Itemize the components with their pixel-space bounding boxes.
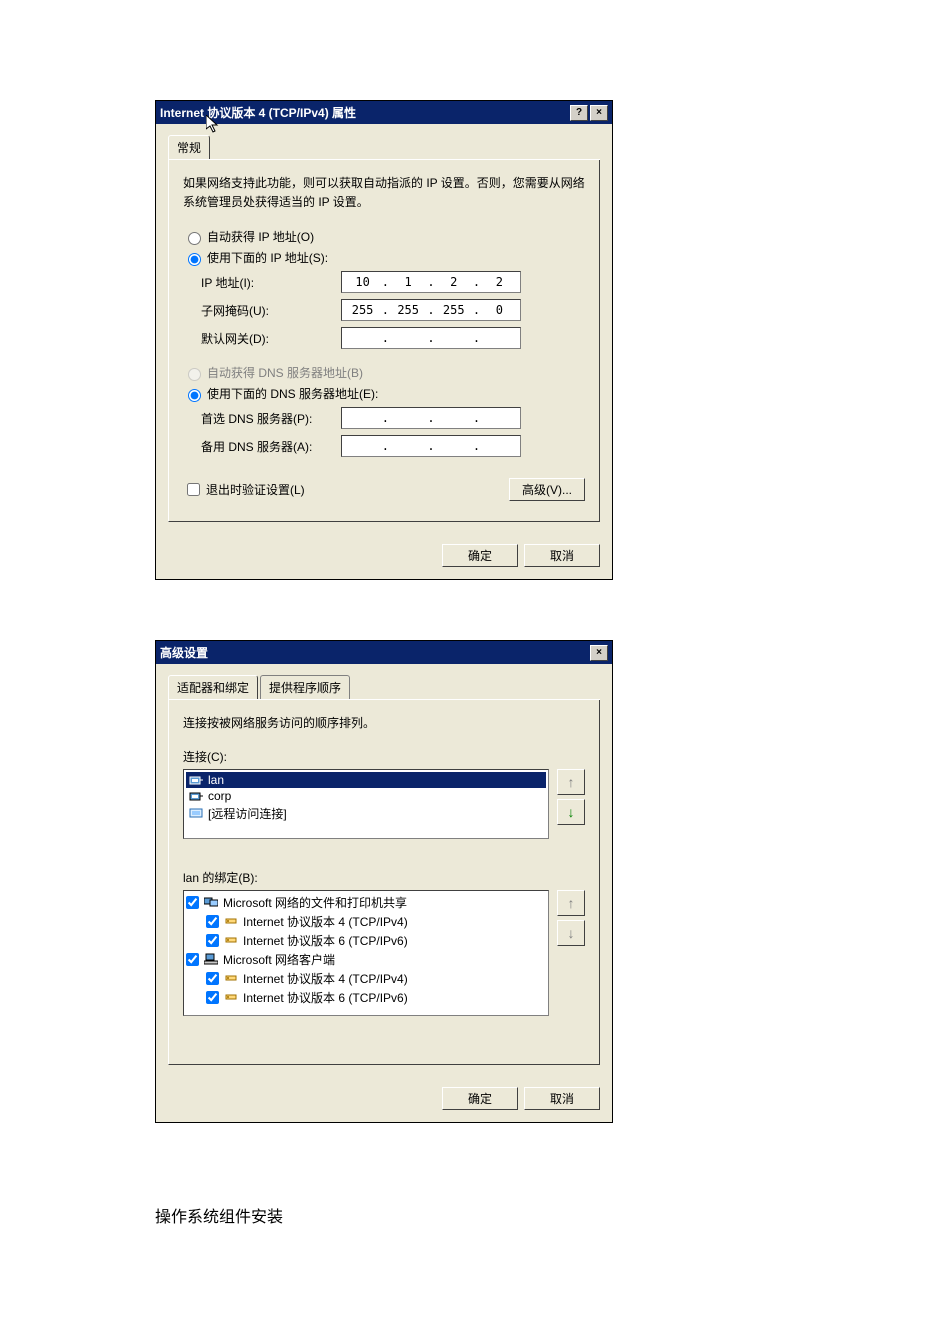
radio-auto-ip-label: 自动获得 IP 地址(O) xyxy=(207,228,314,245)
dns1-input[interactable]: . . . xyxy=(341,407,521,429)
ok-button[interactable]: 确定 xyxy=(442,1087,518,1110)
binding-text: Microsoft 网络的文件和打印机共享 xyxy=(223,894,407,911)
gateway-input[interactable]: . . . xyxy=(341,327,521,349)
binding-item[interactable]: Microsoft 网络的文件和打印机共享 xyxy=(186,893,546,912)
connection-name: lan xyxy=(208,773,224,787)
gateway-label: 默认网关(D): xyxy=(201,330,341,347)
dns1-label: 首选 DNS 服务器(P): xyxy=(201,410,341,427)
ip-address-input[interactable]: 10. 1. 2. 2 xyxy=(341,271,521,293)
tab-provider-order[interactable]: 提供程序顺序 xyxy=(260,675,350,699)
titlebar: 高级设置 × xyxy=(156,641,612,664)
binding-move-up-button[interactable]: ↑ xyxy=(557,890,585,916)
tcpip-properties-dialog: Internet 协议版本 4 (TCP/IPv4) 属性 ? × 常规 如果网… xyxy=(155,100,613,580)
binding-checkbox[interactable] xyxy=(206,934,219,947)
radio-manual-ip[interactable] xyxy=(188,253,201,266)
subnet-mask-input[interactable]: 255. 255. 255. 0 xyxy=(341,299,521,321)
close-button[interactable]: × xyxy=(590,105,608,121)
binding-item[interactable]: Internet 协议版本 6 (TCP/IPv6) xyxy=(186,931,546,950)
dns2-label: 备用 DNS 服务器(A): xyxy=(201,438,341,455)
binding-text: Internet 协议版本 4 (TCP/IPv4) xyxy=(243,913,408,930)
binding-item[interactable]: Internet 协议版本 4 (TCP/IPv4) xyxy=(186,912,546,931)
advanced-button[interactable]: 高级(V)... xyxy=(509,478,585,501)
binding-checkbox[interactable] xyxy=(206,991,219,1004)
binding-text: Microsoft 网络客户端 xyxy=(223,951,335,968)
connection-item[interactable]: corp xyxy=(186,788,546,804)
protocol-icon xyxy=(223,991,239,1003)
binding-checkbox[interactable] xyxy=(186,953,199,966)
dns2-input[interactable]: . . . xyxy=(341,435,521,457)
binding-item[interactable]: Microsoft 网络客户端 xyxy=(186,950,546,969)
help-button[interactable]: ? xyxy=(570,105,588,121)
binding-checkbox[interactable] xyxy=(186,896,199,909)
cancel-button[interactable]: 取消 xyxy=(524,1087,600,1110)
move-down-button[interactable]: ↓ xyxy=(557,799,585,825)
connection-item[interactable]: [远程访问连接] xyxy=(186,804,546,823)
connection-name: corp xyxy=(208,789,231,803)
subnet-mask-label: 子网掩码(U): xyxy=(201,302,341,319)
ip-address-label: IP 地址(I): xyxy=(201,274,341,291)
tab-strip: 常规 xyxy=(168,135,600,160)
description-text: 如果网络支持此功能，则可以获取自动指派的 IP 设置。否则，您需要从网络系统管理… xyxy=(183,174,585,212)
tab-panel-general: 如果网络支持此功能，则可以获取自动指派的 IP 设置。否则，您需要从网络系统管理… xyxy=(168,159,600,522)
radio-manual-dns-label: 使用下面的 DNS 服务器地址(E): xyxy=(207,385,378,402)
description-text: 连接按被网络服务访问的顺序排列。 xyxy=(183,714,585,733)
titlebar: Internet 协议版本 4 (TCP/IPv4) 属性 ? × xyxy=(156,101,612,124)
binding-item[interactable]: Internet 协议版本 6 (TCP/IPv6) xyxy=(186,988,546,1007)
binding-text: Internet 协议版本 6 (TCP/IPv6) xyxy=(243,989,408,1006)
binding-text: Internet 协议版本 6 (TCP/IPv6) xyxy=(243,932,408,949)
radio-manual-ip-row[interactable]: 使用下面的 IP 地址(S): xyxy=(183,247,585,268)
file-share-icon xyxy=(203,896,219,908)
tab-strip: 适配器和绑定 提供程序顺序 xyxy=(168,675,600,700)
protocol-icon xyxy=(223,915,239,927)
cancel-button[interactable]: 取消 xyxy=(524,544,600,567)
protocol-icon xyxy=(223,934,239,946)
network-adapter-icon xyxy=(188,789,204,803)
dialog-title: 高级设置 xyxy=(160,644,588,661)
protocol-icon xyxy=(223,972,239,984)
arrow-up-icon: ↑ xyxy=(568,895,575,911)
bindings-label: lan 的绑定(B): xyxy=(183,869,585,886)
binding-move-down-button[interactable]: ↓ xyxy=(557,920,585,946)
validate-checkbox-row[interactable]: 退出时验证设置(L) xyxy=(183,476,305,503)
radio-auto-dns xyxy=(188,368,201,381)
move-up-button[interactable]: ↑ xyxy=(557,769,585,795)
radio-manual-dns[interactable] xyxy=(188,389,201,402)
arrow-up-icon: ↑ xyxy=(568,774,575,790)
arrow-down-icon: ↓ xyxy=(568,925,575,941)
binding-checkbox[interactable] xyxy=(206,915,219,928)
connections-listbox[interactable]: lan corp [远程访问连接] xyxy=(183,769,549,839)
close-button[interactable]: × xyxy=(590,645,608,661)
binding-item[interactable]: Internet 协议版本 4 (TCP/IPv4) xyxy=(186,969,546,988)
client-icon xyxy=(203,953,219,965)
radio-manual-ip-label: 使用下面的 IP 地址(S): xyxy=(207,249,328,266)
network-adapter-icon xyxy=(188,773,204,787)
binding-text: Internet 协议版本 4 (TCP/IPv4) xyxy=(243,970,408,987)
footer-heading: 操作系统组件安装 xyxy=(155,1183,945,1227)
dialog-title: Internet 协议版本 4 (TCP/IPv4) 属性 xyxy=(160,104,568,121)
radio-auto-dns-row: 自动获得 DNS 服务器地址(B) xyxy=(183,362,585,383)
ok-button[interactable]: 确定 xyxy=(442,544,518,567)
tab-adapter-bindings[interactable]: 适配器和绑定 xyxy=(168,675,258,699)
binding-checkbox[interactable] xyxy=(206,972,219,985)
radio-manual-dns-row[interactable]: 使用下面的 DNS 服务器地址(E): xyxy=(183,383,585,404)
radio-auto-ip-row[interactable]: 自动获得 IP 地址(O) xyxy=(183,226,585,247)
advanced-settings-dialog: 高级设置 × 适配器和绑定 提供程序顺序 连接按被网络服务访问的顺序排列。 连接… xyxy=(155,640,613,1122)
validate-checkbox[interactable] xyxy=(187,483,200,496)
radio-auto-ip[interactable] xyxy=(188,232,201,245)
connection-name: [远程访问连接] xyxy=(208,805,287,822)
tab-general[interactable]: 常规 xyxy=(168,135,210,159)
validate-checkbox-label: 退出时验证设置(L) xyxy=(206,481,305,498)
connections-label: 连接(C): xyxy=(183,748,585,765)
bindings-treebox[interactable]: Microsoft 网络的文件和打印机共享 Internet 协议版本 4 (TC… xyxy=(183,890,549,1016)
remote-access-icon xyxy=(188,806,204,820)
radio-auto-dns-label: 自动获得 DNS 服务器地址(B) xyxy=(207,364,363,381)
tab-panel-adapter: 连接按被网络服务访问的顺序排列。 连接(C): lancorp[远程访问连接] … xyxy=(168,699,600,1064)
connection-item[interactable]: lan xyxy=(186,772,546,788)
arrow-down-icon: ↓ xyxy=(568,804,575,820)
